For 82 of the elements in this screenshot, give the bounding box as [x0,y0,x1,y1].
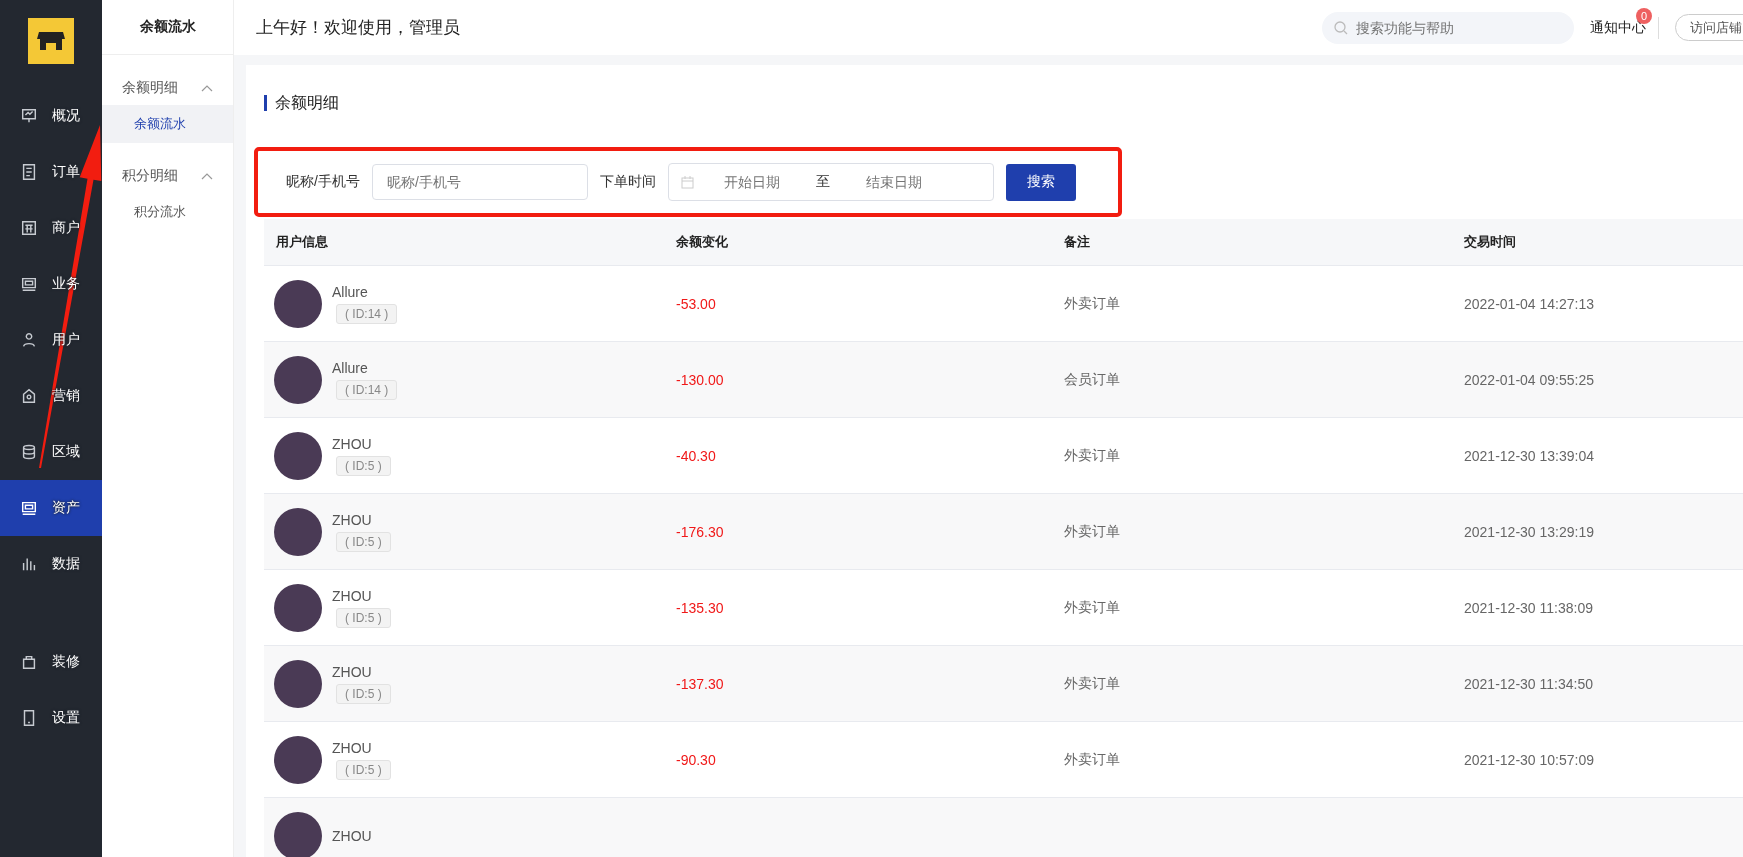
transaction-time: 2022-01-04 09:55:25 [1464,371,1594,388]
user-id-tag: ( ID:5 ) [336,683,391,704]
nav-item[interactable]: 装修 [0,634,102,690]
transaction-time: 2021-12-30 10:57:09 [1464,751,1594,768]
user-name: ZHOU [332,587,372,604]
avatar-photo-placeholder [274,583,322,632]
note-text: 外卖订单 [1064,522,1120,539]
user-id-tag: ( ID:14 ) [336,303,398,324]
sub-sidebar-title: 余额流水 [102,0,233,55]
bag-icon [20,653,38,671]
chevron-icon [201,172,213,180]
monitor-icon [20,499,38,517]
chevron-icon [201,84,213,92]
avatar-photo-placeholder [274,279,322,328]
note-text: 外卖订单 [1064,750,1120,767]
presentation-icon [20,107,38,125]
column-header: 备注 [1063,233,1091,251]
user-id-tag: ( ID:5 ) [336,531,391,552]
user-name: ZHOU [332,511,372,528]
user-id-tag: ( ID:5 ) [336,455,391,476]
user-name: Allure [332,359,368,376]
tag-icon [20,387,38,405]
document-icon [20,163,38,181]
date-range-field[interactable]: 开始日期 至 结束日期 [667,163,994,201]
database-icon [20,443,38,461]
balance-change: -90.30 [676,751,716,768]
note-text: 外卖订单 [1064,674,1120,691]
balance-change: -137.30 [676,675,724,692]
balance-change: -135.30 [676,599,724,616]
avatar-photo-placeholder [274,431,322,480]
user-id-tag: ( ID:5 ) [336,607,391,628]
balance-change: -40.30 [676,447,716,464]
field-label: 下单时间 [599,173,656,191]
avatar-photo-placeholder [274,507,322,556]
balance-change: -130.00 [676,371,724,388]
balance-change: -176.30 [676,523,724,540]
field-label: 昵称/手机号 [286,173,360,191]
user-id-tag: ( ID:5 ) [336,759,391,780]
nav-item[interactable]: 区域 [0,424,102,480]
avatar-photo-placeholder [274,355,322,404]
avatar-photo-placeholder [274,659,322,708]
transaction-time: 2022-01-04 14:27:13 [1464,295,1594,312]
avatar-photo-placeholder [274,811,322,857]
nav-item[interactable]: 概况 [0,88,102,144]
nav-item[interactable]: 商户 [0,200,102,256]
user-id-tag: ( ID:14 ) [336,379,398,400]
nav-item[interactable]: 订单 [0,144,102,200]
user-name: ZHOU [332,435,372,452]
column-header: 用户信息 [275,233,329,251]
transaction-time: 2021-12-30 11:38:09 [1464,599,1593,616]
note-text: 外卖订单 [1064,598,1120,615]
building-icon [20,219,38,237]
note-text: 会员订单 [1064,370,1120,387]
user-name: ZHOU [332,827,372,844]
note-text: 外卖订单 [1064,294,1120,311]
transaction-time: 2021-12-30 13:39:04 [1464,447,1594,464]
monitor-icon [20,275,38,293]
user-name: ZHOU [332,739,372,756]
column-header: 交易时间 [1463,233,1517,251]
search-input[interactable]: 搜索功能与帮助 [1354,18,1558,37]
user-name: Allure [332,283,368,300]
search-button[interactable]: 搜索 [1005,163,1076,201]
store-logo-icon [28,18,74,64]
page-title: 余额明细 [264,95,1743,111]
user-icon [20,331,38,349]
sub-menu-item[interactable]: 余额流水 [102,105,233,143]
search-field[interactable]: 搜索功能与帮助 [1322,11,1574,44]
nav-item[interactable]: 设置 [0,690,102,746]
name-phone-field[interactable]: 昵称/手机号 [371,164,588,200]
balance-change: -53.00 [676,295,716,312]
transaction-time: 2021-12-30 11:34:50 [1464,675,1593,692]
transaction-time: 2021-12-30 13:29:19 [1464,523,1594,540]
avatar-photo-placeholder [274,735,322,784]
nav-item[interactable]: 资产 [0,480,102,536]
search-icon [1334,20,1348,35]
user-name: ZHOU [332,663,372,680]
note-text: 外卖订单 [1064,446,1120,463]
nav-item[interactable]: 数据 [0,536,102,592]
calendar-icon [680,175,694,189]
visit-store-button[interactable]: 访问店铺 [1675,14,1743,41]
column-header: 余额变化 [675,233,729,251]
greeting-text: 上午好！欢迎使用，管理员 [256,17,460,39]
